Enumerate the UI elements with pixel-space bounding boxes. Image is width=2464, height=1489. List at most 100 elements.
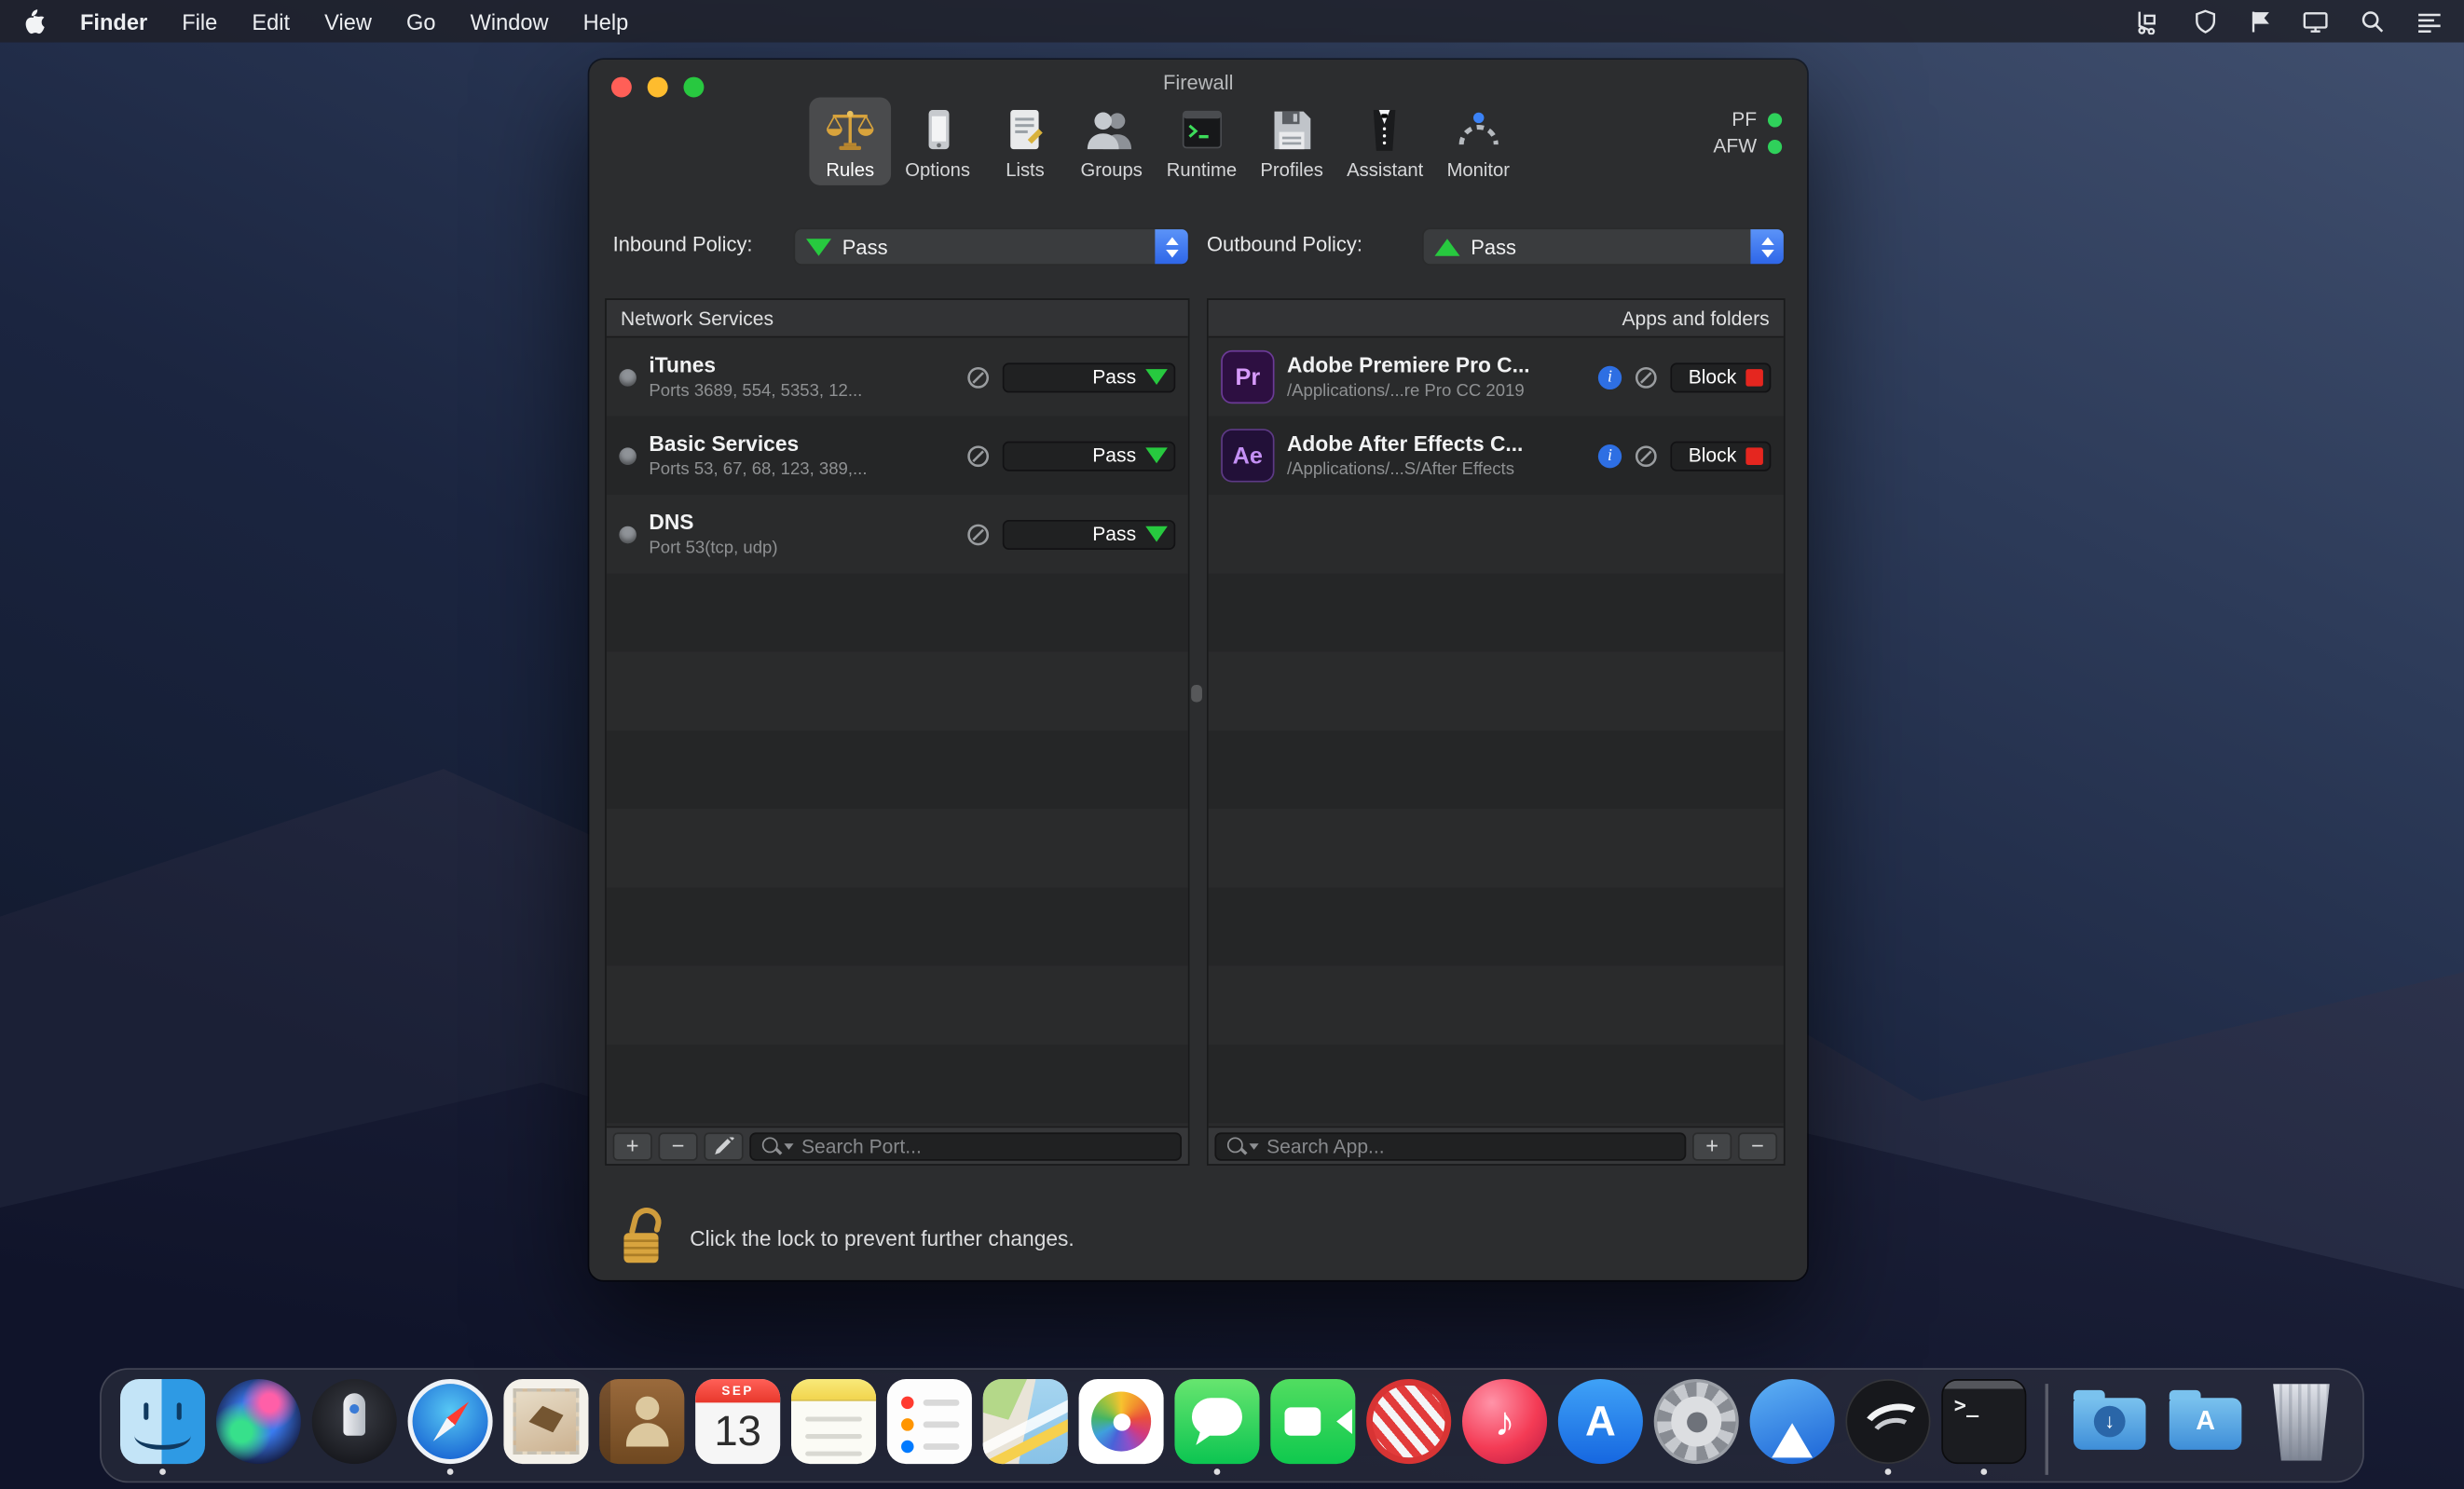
firewall-status-icon[interactable] xyxy=(2136,8,2163,34)
dock-blue-app[interactable] xyxy=(1750,1379,1835,1478)
toolbar-assistant[interactable]: Assistant xyxy=(1337,98,1432,185)
app-action-button[interactable]: Block xyxy=(1670,362,1771,392)
dock-downloads-folder[interactable]: ↓ xyxy=(2067,1379,2152,1478)
dock-mail[interactable] xyxy=(503,1379,588,1478)
service-action-button[interactable]: Pass xyxy=(1003,519,1175,549)
toolbar-lists[interactable]: Lists xyxy=(984,98,1066,185)
apps-header: Apps and folders xyxy=(1209,300,1784,337)
dock-siri[interactable] xyxy=(216,1379,301,1478)
shield-icon[interactable] xyxy=(2194,8,2217,34)
dock: SEP13 ♪ A >_ ↓ A xyxy=(100,1368,2364,1482)
service-row-itunes[interactable]: iTunes Ports 3689, 554, 5353, 12... Pass xyxy=(607,337,1188,416)
groups-icon xyxy=(1080,102,1143,159)
dock-trash[interactable] xyxy=(2259,1379,2344,1478)
toolbar-options[interactable]: Options xyxy=(896,98,979,185)
dock-maps[interactable] xyxy=(983,1379,1068,1478)
notification-center-icon[interactable] xyxy=(2416,10,2442,33)
service-ports: Ports 53, 67, 68, 123, 389,... xyxy=(649,460,953,479)
toolbar-runtime[interactable]: Runtime xyxy=(1157,98,1247,185)
service-row-basic-services[interactable]: Basic Services Ports 53, 67, 68, 123, 38… xyxy=(607,417,1188,495)
add-app-button[interactable]: + xyxy=(1692,1132,1732,1160)
service-row-dns[interactable]: DNS Port 53(tcp, udp) Pass xyxy=(607,495,1188,573)
dock-contacts[interactable] xyxy=(599,1379,684,1478)
app-action-button[interactable]: Block xyxy=(1670,441,1771,471)
pf-status: PF xyxy=(1713,107,1782,134)
messages-icon xyxy=(1174,1379,1259,1464)
gauge-icon[interactable] xyxy=(1635,444,1658,467)
outbound-policy-value: Pass xyxy=(1471,235,1516,258)
dock-safari[interactable] xyxy=(408,1379,493,1478)
window-title: Firewall xyxy=(589,71,1807,94)
menu-item-file[interactable]: File xyxy=(165,8,235,34)
menu-item-go[interactable]: Go xyxy=(389,8,453,34)
dock-applications-folder[interactable]: A xyxy=(2163,1379,2248,1478)
dock-firewall-app[interactable] xyxy=(1845,1379,1930,1478)
unlocked-padlock-icon[interactable] xyxy=(621,1202,668,1273)
toolbar-rules[interactable]: Rules xyxy=(809,98,891,185)
gauge-icon[interactable] xyxy=(966,444,990,467)
dock-itunes[interactable]: ♪ xyxy=(1462,1379,1547,1478)
dock-terminal[interactable]: >_ xyxy=(1941,1379,2026,1478)
apple-menu-icon[interactable] xyxy=(22,8,46,34)
menu-item-help[interactable]: Help xyxy=(566,8,646,34)
service-action-button[interactable]: Pass xyxy=(1003,362,1175,392)
remove-service-button[interactable]: − xyxy=(659,1132,698,1160)
gauge-icon[interactable] xyxy=(966,365,990,389)
select-stepper-icon xyxy=(1155,229,1187,264)
app-row-premiere[interactable]: Pr Adobe Premiere Pro C... /Applications… xyxy=(1209,337,1784,416)
dock-app-store[interactable]: A xyxy=(1558,1379,1643,1478)
firewall-window: Firewall Rules Options Lists xyxy=(589,60,1807,1280)
afw-status-dot xyxy=(1768,140,1782,154)
port-search-input[interactable] xyxy=(749,1132,1182,1160)
engine-status: PF AFW xyxy=(1713,107,1782,160)
toolbar-monitor[interactable]: Monitor xyxy=(1437,98,1519,185)
remove-app-button[interactable]: − xyxy=(1738,1132,1777,1160)
outbound-policy-select[interactable]: Pass xyxy=(1422,227,1786,265)
menu-item-finder[interactable]: Finder xyxy=(71,8,165,34)
toolbar-groups[interactable]: Groups xyxy=(1071,98,1153,185)
finder-icon xyxy=(120,1379,205,1464)
service-action-button[interactable]: Pass xyxy=(1003,441,1175,471)
spotlight-icon[interactable] xyxy=(2361,8,2386,34)
toolbar-profiles[interactable]: Profiles xyxy=(1251,98,1333,185)
app-row-aftereffects[interactable]: Ae Adobe After Effects C... /Application… xyxy=(1209,417,1784,495)
add-service-button[interactable]: + xyxy=(613,1132,652,1160)
running-indicator xyxy=(1885,1469,1892,1475)
toolbar-item-label: Options xyxy=(905,158,970,181)
dock-notes[interactable] xyxy=(791,1379,876,1478)
pass-down-triangle-icon xyxy=(806,238,831,255)
safari-icon xyxy=(408,1379,493,1464)
app-path: /Applications/...S/After Effects xyxy=(1287,460,1585,479)
dock-launchpad[interactable] xyxy=(312,1379,397,1478)
search-scope-chevron-icon xyxy=(784,1142,793,1149)
dock-photos[interactable] xyxy=(1079,1379,1164,1478)
dock-finder[interactable] xyxy=(120,1379,205,1478)
service-ports: Ports 3689, 554, 5353, 12... xyxy=(649,382,953,401)
lock-row: Click the lock to prevent further change… xyxy=(621,1203,1075,1272)
info-icon[interactable]: i xyxy=(1598,365,1622,389)
dock-calendar[interactable]: SEP13 xyxy=(695,1379,780,1478)
dock-facetime[interactable] xyxy=(1270,1379,1355,1478)
dock-reminders[interactable] xyxy=(887,1379,972,1478)
flag-icon[interactable] xyxy=(2249,8,2271,34)
mail-icon xyxy=(503,1379,588,1464)
edit-service-button[interactable] xyxy=(704,1132,743,1160)
service-ports: Port 53(tcp, udp) xyxy=(649,539,953,557)
dock-messages[interactable] xyxy=(1174,1379,1259,1478)
dock-news[interactable] xyxy=(1366,1379,1451,1478)
info-icon[interactable]: i xyxy=(1598,444,1622,467)
dock-system-preferences[interactable] xyxy=(1654,1379,1739,1478)
launchpad-icon xyxy=(312,1379,397,1464)
gauge-icon[interactable] xyxy=(966,522,990,545)
menu-item-edit[interactable]: Edit xyxy=(235,8,308,34)
display-icon[interactable] xyxy=(2302,8,2329,34)
inbound-policy-select[interactable]: Pass xyxy=(794,227,1190,265)
pane-splitter-handle[interactable] xyxy=(1191,685,1202,703)
gauge-icon[interactable] xyxy=(1635,365,1658,389)
app-search-input[interactable] xyxy=(1214,1132,1686,1160)
monitor-icon xyxy=(1447,102,1510,159)
lists-icon xyxy=(993,102,1056,159)
pf-status-dot xyxy=(1768,113,1782,127)
menu-item-view[interactable]: View xyxy=(308,8,390,34)
menu-item-window[interactable]: Window xyxy=(453,8,566,34)
